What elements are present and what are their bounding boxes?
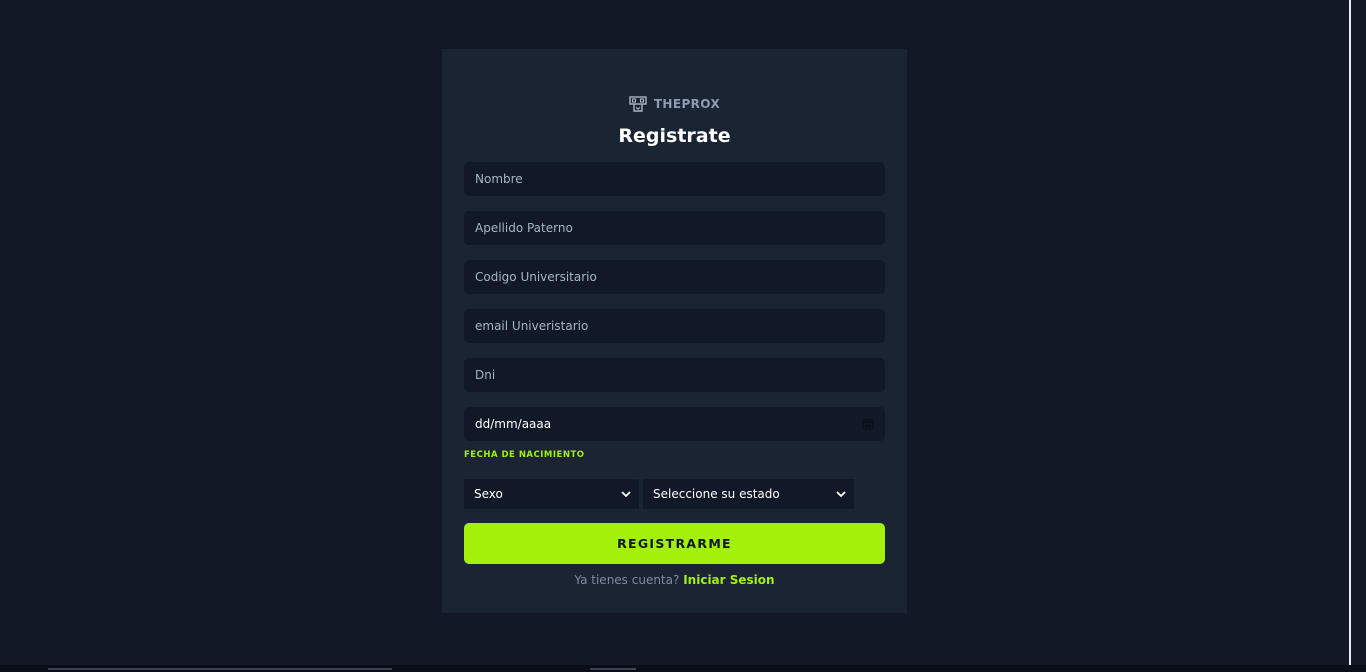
brand: THEPROX bbox=[442, 96, 907, 113]
login-prompt-text: Ya tienes cuenta? bbox=[574, 573, 680, 587]
scrollbar-thumb[interactable] bbox=[48, 668, 392, 670]
scrollbar-thumb[interactable] bbox=[590, 668, 636, 670]
chevron-down-icon bbox=[836, 491, 846, 498]
window-edge bbox=[1349, 0, 1351, 665]
sexo-selected-value: Sexo bbox=[474, 487, 503, 501]
theprox-logo-icon bbox=[629, 96, 647, 112]
page: THEPROX Registrate dd/mm/aaaa FECHA DE N… bbox=[0, 0, 1366, 672]
login-prompt: Ya tienes cuenta? Iniciar Sesion bbox=[442, 572, 907, 588]
brand-name: THEPROX bbox=[653, 97, 721, 111]
register-card: THEPROX Registrate dd/mm/aaaa FECHA DE N… bbox=[442, 49, 907, 613]
page-title: Registrate bbox=[618, 125, 731, 147]
sexo-select[interactable]: Sexo bbox=[464, 479, 639, 509]
fecha-nacimiento-value: dd/mm/aaaa bbox=[475, 417, 552, 431]
nombre-input[interactable] bbox=[464, 162, 885, 196]
email-universitario-input[interactable] bbox=[464, 309, 885, 343]
dni-input[interactable] bbox=[464, 358, 885, 392]
iniciar-sesion-link[interactable]: Iniciar Sesion bbox=[683, 573, 774, 587]
chevron-down-icon bbox=[621, 491, 631, 498]
estado-selected-value: Seleccione su estado bbox=[653, 487, 780, 501]
fecha-nacimiento-label: FECHA DE NACIMIENTO bbox=[464, 450, 585, 460]
registrarme-button[interactable]: REGISTRARME bbox=[464, 523, 885, 564]
codigo-universitario-input[interactable] bbox=[464, 260, 885, 294]
calendar-icon[interactable] bbox=[862, 418, 874, 430]
apellido-paterno-input[interactable] bbox=[464, 211, 885, 245]
fecha-nacimiento-input[interactable]: dd/mm/aaaa bbox=[464, 407, 885, 441]
estado-select[interactable]: Seleccione su estado bbox=[643, 479, 854, 509]
